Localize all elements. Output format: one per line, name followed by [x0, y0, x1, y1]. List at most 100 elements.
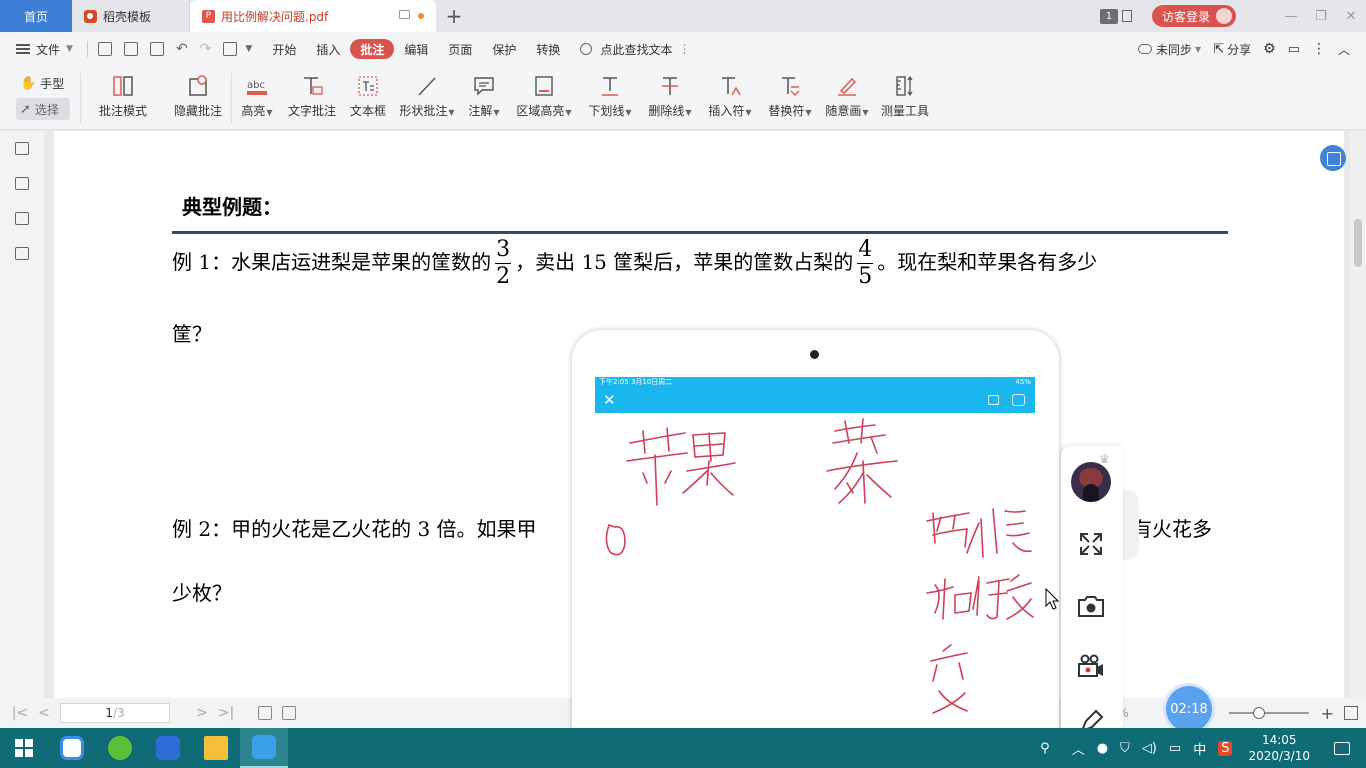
annotation-pen-icon[interactable]: [15, 212, 29, 225]
scrollbar-thumb[interactable]: [1354, 219, 1362, 267]
double-page-icon[interactable]: [282, 706, 296, 720]
monitor-icon[interactable]: [399, 10, 410, 19]
annotation-mode-button[interactable]: 批注模式: [81, 66, 165, 130]
taskbar-app-explorer[interactable]: [192, 728, 240, 768]
select-tool-button[interactable]: ➚ 选择: [16, 98, 70, 120]
taskbar-app-wps[interactable]: [144, 728, 192, 768]
tab-insert[interactable]: 插入: [306, 39, 350, 59]
tab-template[interactable]: 稻壳模板: [72, 0, 190, 32]
textbox-button[interactable]: 文本框: [342, 66, 394, 130]
page-number-field[interactable]: 1/3: [60, 703, 170, 723]
last-page-icon[interactable]: >|: [214, 705, 238, 721]
window-count-badge[interactable]: 1: [1099, 8, 1118, 24]
tab-start[interactable]: 开始: [262, 39, 306, 59]
collapse-ribbon-icon[interactable]: ︿: [1332, 41, 1356, 58]
single-page-icon[interactable]: [258, 706, 272, 720]
taskbar-app-mirror[interactable]: [240, 728, 288, 768]
vertical-scrollbar[interactable]: [1350, 131, 1366, 698]
insert-caret-button[interactable]: 插入符▼: [700, 66, 760, 130]
share-button[interactable]: ⇱ 分享: [1207, 41, 1257, 58]
tab-home[interactable]: 首页: [0, 0, 72, 32]
fit-screen-icon[interactable]: [1344, 706, 1358, 720]
guest-login-button[interactable]: 访客登录: [1151, 5, 1236, 27]
recording-timer[interactable]: 02:18: [1166, 686, 1212, 732]
tab-annotate[interactable]: 批注: [350, 39, 395, 59]
print-icon[interactable]: [149, 42, 164, 56]
save-icon[interactable]: [123, 42, 138, 56]
settings-gear-icon[interactable]: ⚙: [1257, 41, 1282, 57]
signature-icon[interactable]: [15, 247, 29, 260]
video-record-icon[interactable]: [1077, 652, 1105, 680]
user-avatar[interactable]: [1071, 462, 1111, 502]
export-icon[interactable]: [223, 42, 238, 56]
find-text-search[interactable]: 点此查找文本 ⋮: [570, 41, 700, 58]
hand-tool-button[interactable]: ✋ 手型: [16, 72, 70, 94]
tab-page[interactable]: 页面: [438, 39, 482, 59]
minimize-button[interactable]: —: [1276, 9, 1306, 24]
close-icon[interactable]: ✕: [603, 391, 616, 409]
shape-annotation-button[interactable]: 形状批注▼: [394, 66, 460, 130]
shape-annotation-icon: [415, 74, 439, 98]
volume-icon[interactable]: ◁): [1142, 741, 1157, 756]
tab-document[interactable]: P 用比例解决问题.pdf: [190, 0, 436, 32]
restore-button[interactable]: ❐: [1306, 9, 1336, 24]
shield-icon[interactable]: ⛉: [1120, 741, 1130, 756]
fullscreen-icon[interactable]: [1077, 530, 1105, 558]
next-page-icon[interactable]: >: [190, 705, 214, 721]
person-icon[interactable]: ⚲: [1040, 741, 1050, 756]
new-tab-button[interactable]: +: [436, 0, 472, 32]
input-method-indicator[interactable]: 中: [1193, 739, 1206, 758]
hide-annotation-button[interactable]: 隐藏批注: [165, 66, 231, 130]
floating-tool-button[interactable]: [1320, 145, 1346, 171]
strikethrough-button[interactable]: 删除线▼: [640, 66, 700, 130]
battery-icon[interactable]: ▭: [1169, 741, 1181, 756]
more-icon[interactable]: ⋮: [678, 42, 690, 56]
chevron-up-icon[interactable]: ︿: [1072, 739, 1085, 758]
window-list-icon[interactable]: [1121, 10, 1132, 22]
freehand-button[interactable]: 随意画▼: [820, 66, 874, 130]
tab-protect[interactable]: 保护: [482, 39, 526, 59]
comment-icon[interactable]: ▭: [1282, 42, 1306, 57]
more-menu-icon[interactable]: ⋮: [1306, 41, 1332, 57]
taskbar-app-browser[interactable]: [96, 728, 144, 768]
customize-icon[interactable]: ▼: [245, 44, 252, 54]
close-button[interactable]: ✕: [1336, 9, 1366, 24]
replace-caret-button[interactable]: 替换符▼: [760, 66, 820, 130]
taskbar-app-baidu-netdisk[interactable]: [48, 728, 96, 768]
phone-mirror-window: 下午2:05 3月10日周二 45% ✕: [572, 330, 1059, 750]
start-button[interactable]: [0, 728, 48, 768]
sync-status[interactable]: 未同步 ▼: [1132, 41, 1207, 58]
qq-icon[interactable]: ●: [1097, 741, 1108, 756]
highlight-button[interactable]: abc 高亮▼: [232, 66, 282, 130]
note-button[interactable]: 注解▼: [460, 66, 508, 130]
window-icon[interactable]: [988, 395, 999, 405]
zoom-slider[interactable]: [1228, 707, 1309, 719]
first-page-icon[interactable]: |<: [8, 705, 32, 721]
thumbnail-image-icon[interactable]: [15, 177, 29, 190]
panel-edge: [1123, 490, 1139, 560]
shape-annotation-label: 形状批注▼: [399, 104, 455, 118]
open-folder-icon[interactable]: [97, 42, 112, 56]
sogou-icon[interactable]: S: [1218, 740, 1233, 756]
notification-icon[interactable]: [1334, 741, 1350, 755]
measure-tool-button[interactable]: 测量工具: [874, 66, 936, 130]
outline-list-icon[interactable]: [15, 142, 29, 155]
search-icon: [580, 43, 593, 55]
cast-icon[interactable]: [1012, 394, 1025, 406]
redo-icon[interactable]: ↷: [200, 41, 212, 57]
tab-convert[interactable]: 转换: [526, 39, 570, 59]
underline-button[interactable]: 下划线▼: [580, 66, 640, 130]
text-annotation-button[interactable]: 文字批注: [282, 66, 342, 130]
undo-icon[interactable]: ↶: [176, 41, 188, 57]
example-2-line-1-end: 有火花多: [1132, 517, 1212, 541]
phone-screen[interactable]: 下午2:05 3月10日周二 45% ✕: [595, 377, 1035, 737]
area-highlight-button[interactable]: 区域高亮▼: [508, 66, 580, 130]
handwriting-canvas[interactable]: [595, 413, 1035, 733]
prev-page-icon[interactable]: <: [32, 705, 56, 721]
clock[interactable]: 14:05 2020/3/10: [1248, 732, 1310, 764]
file-menu[interactable]: 文件 ▼: [0, 41, 83, 58]
camera-icon[interactable]: [1077, 592, 1105, 620]
tab-edit[interactable]: 编辑: [394, 39, 438, 59]
zoom-in-icon[interactable]: +: [1321, 704, 1334, 723]
zoom-slider-knob[interactable]: [1252, 707, 1265, 719]
